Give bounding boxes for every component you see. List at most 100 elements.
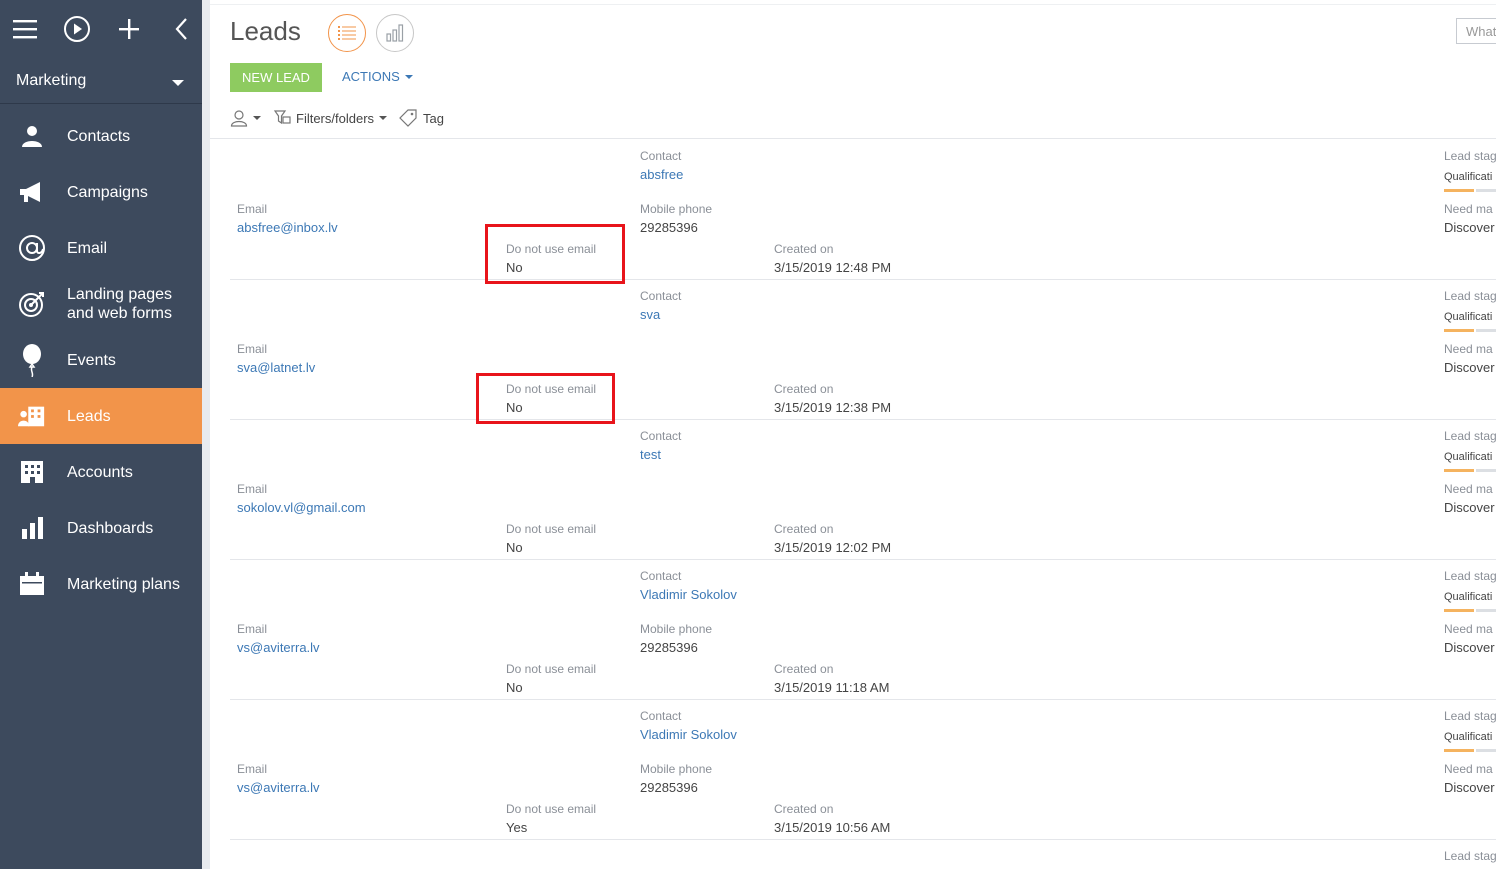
chevron-down-icon: [379, 116, 388, 120]
filter-icon: [273, 110, 291, 125]
sidebar-item-contacts[interactable]: Contacts: [0, 108, 202, 164]
filter-bar: Filters/folders Tag: [230, 108, 456, 128]
at-sign-icon: [18, 234, 46, 262]
new-lead-button[interactable]: NEW LEAD: [230, 63, 322, 92]
main-content: Leads What NEW LEAD ACTIONS Filters/fold…: [210, 0, 1496, 869]
balloon-icon: [18, 344, 46, 377]
hamburger-menu-icon[interactable]: [8, 12, 42, 46]
email-link[interactable]: sokolov.vl@gmail.com: [237, 500, 366, 515]
email-caption: Email: [237, 342, 268, 356]
sidebar-item-accounts[interactable]: Accounts: [0, 444, 202, 500]
contact-caption: Contact: [640, 149, 682, 163]
actions-dropdown[interactable]: ACTIONS: [342, 69, 413, 84]
lead-row-partial[interactable]: Lead stag: [230, 840, 1496, 869]
created-on-caption: Created on: [774, 242, 834, 256]
lead-row[interactable]: Contact absfree Email absfree@inbox.lv M…: [230, 140, 1496, 284]
bar-chart-icon: [18, 514, 46, 542]
owner-filter[interactable]: [230, 109, 261, 127]
need-value: Discover: [1444, 780, 1495, 795]
created-on-value: 3/15/2019 11:18 AM: [774, 680, 890, 695]
created-on-caption: Created on: [774, 522, 834, 536]
lead-stage-value: Qualificati: [1444, 311, 1493, 323]
sidebar-nav: Contacts Campaigns Email Landing pages a…: [0, 108, 202, 612]
email-caption: Email: [237, 202, 268, 216]
list-top-divider: [210, 138, 1496, 139]
list-view-button[interactable]: [328, 14, 366, 52]
need-value: Discover: [1444, 500, 1495, 515]
analytics-view-button[interactable]: [376, 14, 414, 52]
sidebar-item-label: Marketing plans: [67, 575, 180, 593]
sidebar-item-landing-pages[interactable]: Landing pages and web forms: [0, 276, 202, 332]
stage-progress-empty: [1476, 329, 1496, 332]
lead-row[interactable]: Contact test Email sokolov.vl@gmail.com …: [230, 420, 1496, 560]
section-selector[interactable]: Marketing: [0, 60, 202, 104]
leads-icon: [18, 402, 46, 430]
lead-stage-value: Qualificati: [1444, 171, 1493, 183]
lead-stage-caption: Lead stag: [1444, 569, 1496, 583]
created-on-value: 3/15/2019 12:38 PM: [774, 400, 892, 415]
email-caption: Email: [237, 482, 268, 496]
tag-button[interactable]: Tag: [399, 109, 444, 127]
building-icon: [18, 458, 46, 486]
lead-list: Contact absfree Email absfree@inbox.lv M…: [230, 140, 1496, 869]
contact-link[interactable]: sva: [640, 307, 660, 322]
sidebar-item-campaigns[interactable]: Campaigns: [0, 164, 202, 220]
created-on-value: 3/15/2019 12:48 PM: [774, 260, 892, 275]
mobile-phone-value: 29285396: [640, 220, 698, 235]
contact-link[interactable]: Vladimir Sokolov: [640, 727, 737, 742]
contact-caption: Contact: [640, 569, 682, 583]
sidebar-item-label: Events: [67, 351, 116, 369]
highlight-box: [476, 373, 615, 424]
do-not-use-email-caption: Do not use email: [506, 662, 597, 676]
sidebar-item-email[interactable]: Email: [0, 220, 202, 276]
lead-stage-value: Qualificati: [1444, 451, 1493, 463]
tag-label: Tag: [423, 110, 444, 126]
filters-folders-button[interactable]: Filters/folders: [273, 109, 388, 127]
lead-stage-caption: Lead stag: [1444, 149, 1496, 163]
top-divider: [210, 4, 1496, 5]
search-input[interactable]: What: [1456, 18, 1496, 44]
lead-row[interactable]: Contact Vladimir Sokolov Email vs@aviter…: [230, 700, 1496, 840]
stage-progress-filled: [1444, 749, 1474, 752]
mobile-phone-caption: Mobile phone: [640, 762, 713, 776]
lead-stage-caption: Lead stag: [1444, 849, 1496, 863]
add-icon[interactable]: [112, 12, 146, 46]
contact-caption: Contact: [640, 289, 682, 303]
sidebar-item-leads[interactable]: Leads: [0, 388, 202, 444]
need-caption: Need ma: [1444, 622, 1493, 636]
email-link[interactable]: vs@aviterra.lv: [237, 640, 320, 655]
stage-progress-empty: [1476, 749, 1496, 752]
contact-link[interactable]: test: [640, 447, 661, 462]
need-value: Discover: [1444, 640, 1495, 655]
list-icon: [338, 26, 356, 40]
sidebar-item-marketing-plans[interactable]: Marketing plans: [0, 556, 202, 612]
stage-progress-empty: [1476, 609, 1496, 612]
need-caption: Need ma: [1444, 482, 1493, 496]
actions-label: ACTIONS: [342, 69, 400, 84]
chevron-down-icon: [253, 116, 261, 120]
contact-link[interactable]: Vladimir Sokolov: [640, 587, 737, 602]
lead-row[interactable]: Contact sva Email sva@latnet.lv Do not u…: [230, 280, 1496, 424]
mobile-phone-caption: Mobile phone: [640, 622, 713, 636]
person-icon: [18, 122, 46, 150]
lead-row[interactable]: Contact Vladimir Sokolov Email vs@aviter…: [230, 560, 1496, 700]
need-caption: Need ma: [1444, 202, 1493, 216]
email-link[interactable]: absfree@inbox.lv: [237, 220, 338, 235]
do-not-use-email-caption: Do not use email: [506, 802, 597, 816]
lead-stage-value: Qualificati: [1444, 591, 1493, 603]
collapse-chevron-icon[interactable]: [164, 12, 198, 46]
chevron-down-icon: [404, 74, 413, 79]
bar-chart-icon: [386, 24, 404, 42]
email-link[interactable]: vs@aviterra.lv: [237, 780, 320, 795]
sidebar-item-dashboards[interactable]: Dashboards: [0, 500, 202, 556]
do-not-use-email-caption: Do not use email: [506, 522, 597, 536]
contact-link[interactable]: absfree: [640, 167, 683, 182]
sidebar-item-label: Dashboards: [67, 519, 154, 537]
lead-stage-value: Qualificati: [1444, 731, 1493, 743]
need-caption: Need ma: [1444, 762, 1493, 776]
email-caption: Email: [237, 622, 268, 636]
play-process-icon[interactable]: [60, 12, 94, 46]
email-link[interactable]: sva@latnet.lv: [237, 360, 315, 375]
sidebar-item-events[interactable]: Events: [0, 332, 202, 388]
sidebar-item-label: Leads: [67, 407, 111, 425]
